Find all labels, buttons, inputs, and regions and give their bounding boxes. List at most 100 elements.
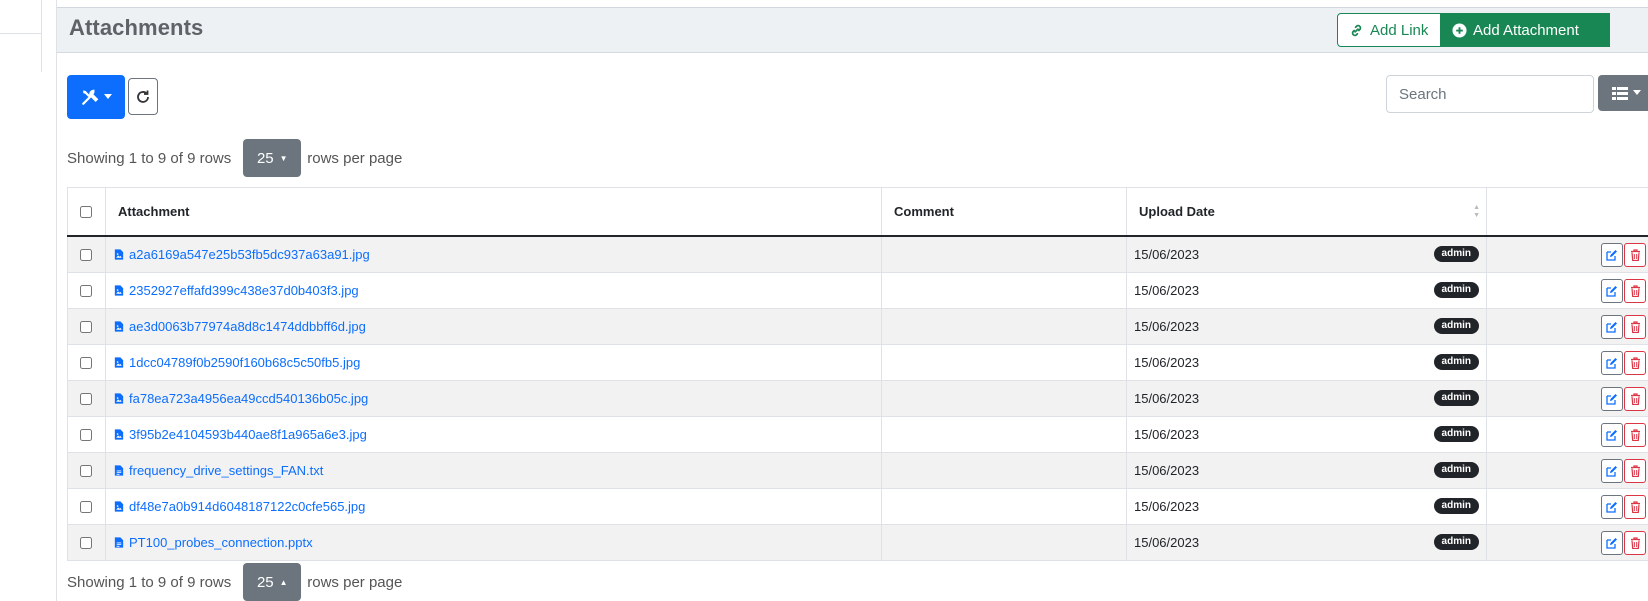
trash-icon <box>1630 537 1640 549</box>
add-attachment-label: Add Attachment <box>1473 21 1579 39</box>
row-select-cell <box>67 344 106 381</box>
row-select-cell <box>67 416 106 453</box>
delete-button[interactable] <box>1624 495 1646 519</box>
columns-toggle-button[interactable] <box>1598 75 1648 111</box>
trash-icon <box>1630 501 1640 513</box>
actions-cell <box>1486 344 1648 381</box>
upload-date-cell: 15/06/2023 admin <box>1126 416 1487 453</box>
table-row: ae3d0063b77974a8d8c1474ddbbff6d.jpg 15/0… <box>67 308 1648 345</box>
table-row: 2352927effafd399c438e37d0b403f3.jpg 15/0… <box>67 272 1648 309</box>
row-select-cell <box>67 488 106 525</box>
link-icon <box>1351 24 1362 36</box>
edit-button[interactable] <box>1601 495 1623 519</box>
comment-cell <box>881 308 1127 345</box>
row-checkbox[interactable] <box>80 464 92 477</box>
delete-button[interactable] <box>1624 279 1646 303</box>
delete-button[interactable] <box>1624 243 1646 267</box>
upload-date-cell: 15/06/2023 admin <box>1126 380 1487 417</box>
trash-icon <box>1630 429 1640 441</box>
row-select-cell <box>67 272 106 309</box>
add-link-button[interactable]: Add Link <box>1337 13 1441 47</box>
comment-cell <box>881 524 1127 561</box>
rows-per-page-text: rows per page <box>307 573 403 591</box>
row-checkbox[interactable] <box>80 356 92 369</box>
row-checkbox[interactable] <box>80 284 92 297</box>
row-checkbox[interactable] <box>80 392 92 405</box>
tools-dropdown-button[interactable] <box>67 75 125 119</box>
row-select-cell <box>67 308 106 345</box>
comment-cell <box>881 488 1127 525</box>
attachment-filename: PT100_probes_connection.pptx <box>129 535 313 550</box>
row-checkbox[interactable] <box>80 428 92 441</box>
edit-button[interactable] <box>1601 243 1623 267</box>
delete-button[interactable] <box>1624 387 1646 411</box>
edit-icon <box>1606 358 1617 369</box>
attachment-cell: ae3d0063b77974a8d8c1474ddbbff6d.jpg <box>105 308 882 345</box>
attachment-link[interactable]: a2a6169a547e25b53fb5dc937a63a91.jpg <box>113 247 881 262</box>
attachment-filename: frequency_drive_settings_FAN.txt <box>129 463 324 478</box>
delete-button[interactable] <box>1624 315 1646 339</box>
panel-title: Attachments <box>69 15 204 40</box>
page-size-dropdown[interactable]: 25 ▼ <box>243 139 302 177</box>
comment-cell <box>881 235 1127 273</box>
column-header-attachment[interactable]: Attachment <box>105 187 882 237</box>
row-checkbox[interactable] <box>80 500 92 513</box>
select-all-checkbox[interactable] <box>80 205 92 218</box>
upload-date-cell: 15/06/2023 admin <box>1126 488 1487 525</box>
attachment-link[interactable]: PT100_probes_connection.pptx <box>113 535 881 550</box>
attachment-link[interactable]: 1dcc04789f0b2590f160b68c5c50fb5.jpg <box>113 355 881 370</box>
trash-icon <box>1630 285 1640 297</box>
trash-icon <box>1630 249 1640 261</box>
upload-date: 15/06/2023 <box>1134 427 1200 442</box>
column-header-upload-date[interactable]: Upload Date ▲ ▼ <box>1126 187 1487 237</box>
refresh-button[interactable] <box>128 78 158 115</box>
edit-button[interactable] <box>1601 387 1623 411</box>
page-size-dropup[interactable]: 25 ▲ <box>243 563 302 601</box>
comment-cell <box>881 452 1127 489</box>
row-checkbox[interactable] <box>80 320 92 333</box>
attachment-link[interactable]: 3f95b2e4104593b440ae8f1a965a6e3.jpg <box>113 427 881 442</box>
column-header-actions <box>1486 187 1648 237</box>
delete-button[interactable] <box>1624 423 1646 447</box>
row-select-cell <box>67 380 106 417</box>
attachment-link[interactable]: 2352927effafd399c438e37d0b403f3.jpg <box>113 283 881 298</box>
user-badge: admin <box>1433 282 1479 298</box>
actions-cell <box>1486 524 1648 561</box>
attachment-link[interactable]: df48e7a0b914d6048187122c0cfe565.jpg <box>113 499 881 514</box>
actions-cell <box>1486 488 1648 525</box>
attachment-cell: 2352927effafd399c438e37d0b403f3.jpg <box>105 272 882 309</box>
row-select-cell <box>67 235 106 273</box>
attachment-filename: fa78ea723a4956ea49ccd540136b05c.jpg <box>129 391 369 406</box>
edit-button[interactable] <box>1601 531 1623 555</box>
add-attachment-button[interactable]: Add Attachment <box>1440 13 1610 47</box>
caret-down-icon <box>103 94 112 99</box>
caret-down-icon: ▼ <box>279 153 288 163</box>
edit-button[interactable] <box>1601 423 1623 447</box>
attachment-link[interactable]: ae3d0063b77974a8d8c1474ddbbff6d.jpg <box>113 319 881 334</box>
add-link-label: Add Link <box>1370 21 1429 39</box>
wrench-screwdriver-icon <box>81 89 98 105</box>
delete-button[interactable] <box>1624 351 1646 375</box>
attachment-filename: df48e7a0b914d6048187122c0cfe565.jpg <box>129 499 366 514</box>
file-image-icon <box>114 285 124 296</box>
row-checkbox[interactable] <box>80 248 92 261</box>
delete-button[interactable] <box>1624 459 1646 483</box>
plus-circle-icon <box>1452 22 1467 38</box>
attachment-link[interactable]: fa78ea723a4956ea49ccd540136b05c.jpg <box>113 391 881 406</box>
attachment-link[interactable]: frequency_drive_settings_FAN.txt <box>113 463 881 478</box>
actions-cell <box>1486 380 1648 417</box>
upload-date: 15/06/2023 <box>1134 247 1200 262</box>
attachment-cell: fa78ea723a4956ea49ccd540136b05c.jpg <box>105 380 882 417</box>
user-badge: admin <box>1433 426 1479 442</box>
edit-button[interactable] <box>1601 279 1623 303</box>
search-input[interactable] <box>1386 75 1594 113</box>
edit-button[interactable] <box>1601 315 1623 339</box>
delete-button[interactable] <box>1624 531 1646 555</box>
row-checkbox[interactable] <box>80 536 92 549</box>
edit-button[interactable] <box>1601 351 1623 375</box>
edit-button[interactable] <box>1601 459 1623 483</box>
edit-icon <box>1606 394 1617 405</box>
file-image-icon <box>114 393 124 404</box>
column-header-comment[interactable]: Comment <box>881 187 1127 237</box>
list-icon <box>1612 86 1628 100</box>
